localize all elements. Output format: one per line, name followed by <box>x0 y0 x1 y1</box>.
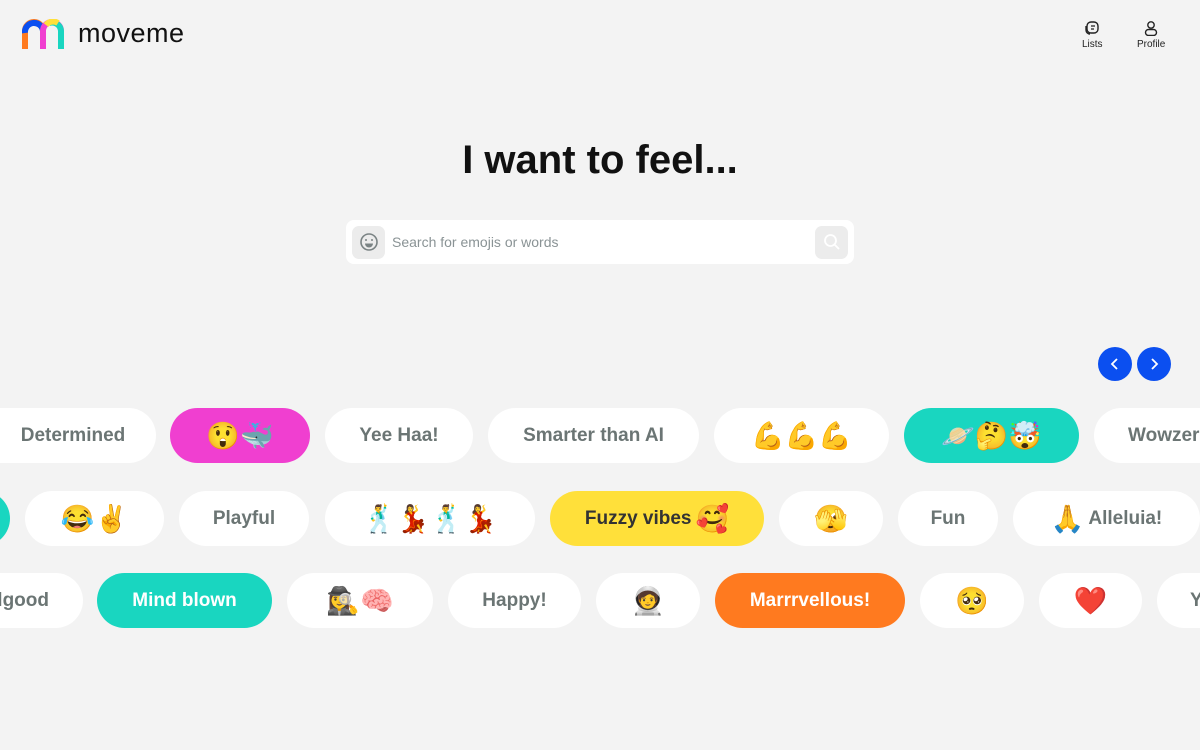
mood-label: Y <box>1190 589 1200 611</box>
mood-pill[interactable]: 🪐🤔🤯 <box>904 408 1079 463</box>
mood-pill[interactable]: 🧑‍🚀 <box>596 573 700 628</box>
mood-emoji: 🙏 <box>1050 503 1085 534</box>
search-icon <box>823 234 840 250</box>
mood-emoji: ❤️ <box>1073 585 1108 616</box>
mood-pill[interactable] <box>0 491 10 546</box>
mood-label: Playful <box>212 507 276 529</box>
mood-emoji: 😲🐳 <box>206 420 274 451</box>
mood-emoji: 🥺 <box>955 585 989 616</box>
carousel-next-button[interactable] <box>1137 347 1171 381</box>
mood-emoji: 😂✌️ <box>60 503 129 534</box>
nav-lists[interactable]: Lists <box>1082 20 1103 50</box>
search-bar <box>346 220 854 264</box>
mood-label: Alleluia! <box>1088 507 1163 529</box>
mood-label: Happy! <box>482 589 547 611</box>
mood-emoji: 🕺💃🕺💃 <box>362 503 498 534</box>
search-input[interactable] <box>392 234 815 250</box>
mood-label: Smarter than AI <box>523 424 664 446</box>
mood-emoji: 🫣 <box>814 503 848 534</box>
mood-pill[interactable]: Fun <box>898 491 998 546</box>
smiley-icon <box>359 233 378 251</box>
mood-pill[interactable]: lgood <box>0 573 83 628</box>
mood-label: Marrrvellous! <box>749 589 871 611</box>
mood-pill[interactable]: 🕵️‍♀️🧠 <box>287 573 433 628</box>
mood-emoji: 🥰 <box>695 503 730 534</box>
emoji-picker-button[interactable] <box>352 225 385 259</box>
mood-label: Determined <box>20 424 126 446</box>
app-name: moveme <box>78 18 185 48</box>
mood-pill[interactable]: Fuzzy vibes 🥰 <box>550 491 764 546</box>
mood-pill[interactable]: Playful <box>179 491 309 546</box>
logo[interactable]: moveme <box>22 18 185 49</box>
mood-pill[interactable]: 😂✌️ <box>25 491 164 546</box>
mood-pill[interactable]: Smarter than AI <box>488 408 699 463</box>
moveme-logo-icon <box>22 18 64 49</box>
lists-icon <box>1085 21 1099 35</box>
profile-icon <box>1144 21 1158 36</box>
mood-pill[interactable]: Y <box>1157 573 1200 628</box>
carousel-prev-button[interactable] <box>1098 347 1132 381</box>
mood-emoji: 🕵️‍♀️🧠 <box>326 585 394 616</box>
mood-label: lgood <box>0 589 49 611</box>
mood-pill[interactable]: Yee Haa! <box>325 408 473 463</box>
mood-pill[interactable]: Determined <box>0 408 156 463</box>
mood-pill[interactable]: 💪💪💪 <box>714 408 889 463</box>
mood-label: Yee Haa! <box>359 424 439 446</box>
mood-pill[interactable]: 😲🐳 <box>170 408 310 463</box>
nav-profile[interactable]: Profile <box>1137 20 1165 50</box>
nav-lists-label: Lists <box>1082 39 1103 50</box>
search-button[interactable] <box>815 225 848 259</box>
mood-pill[interactable]: ❤️ <box>1039 573 1142 628</box>
mood-label: Wowzer <box>1128 424 1200 446</box>
mood-pill[interactable]: Wowzer <box>1094 408 1200 463</box>
mood-pill[interactable]: Marrrvellous! <box>715 573 905 628</box>
mood-pill[interactable]: 🥺 <box>920 573 1024 628</box>
mood-pill[interactable]: Happy! <box>448 573 581 628</box>
page-title: I want to feel... <box>462 138 738 182</box>
mood-emoji: 🪐🤔🤯 <box>941 420 1042 451</box>
mood-pill[interactable]: Mind blown <box>97 573 272 628</box>
mood-label: Mind blown <box>132 589 237 611</box>
mood-emoji: 🧑‍🚀 <box>631 585 665 616</box>
mood-pill[interactable]: 🫣 <box>779 491 883 546</box>
chevron-right-icon <box>1151 358 1159 370</box>
nav-profile-label: Profile <box>1137 39 1166 50</box>
mood-emoji: 💪💪💪 <box>751 420 852 451</box>
mood-label: Fuzzy vibes <box>584 507 692 529</box>
mood-label: Fun <box>930 507 966 529</box>
mood-pill[interactable]: 🕺💃🕺💃 <box>325 491 535 546</box>
mood-pill[interactable]: 🙏 Alleluia! <box>1013 491 1200 546</box>
chevron-left-icon <box>1110 358 1118 370</box>
